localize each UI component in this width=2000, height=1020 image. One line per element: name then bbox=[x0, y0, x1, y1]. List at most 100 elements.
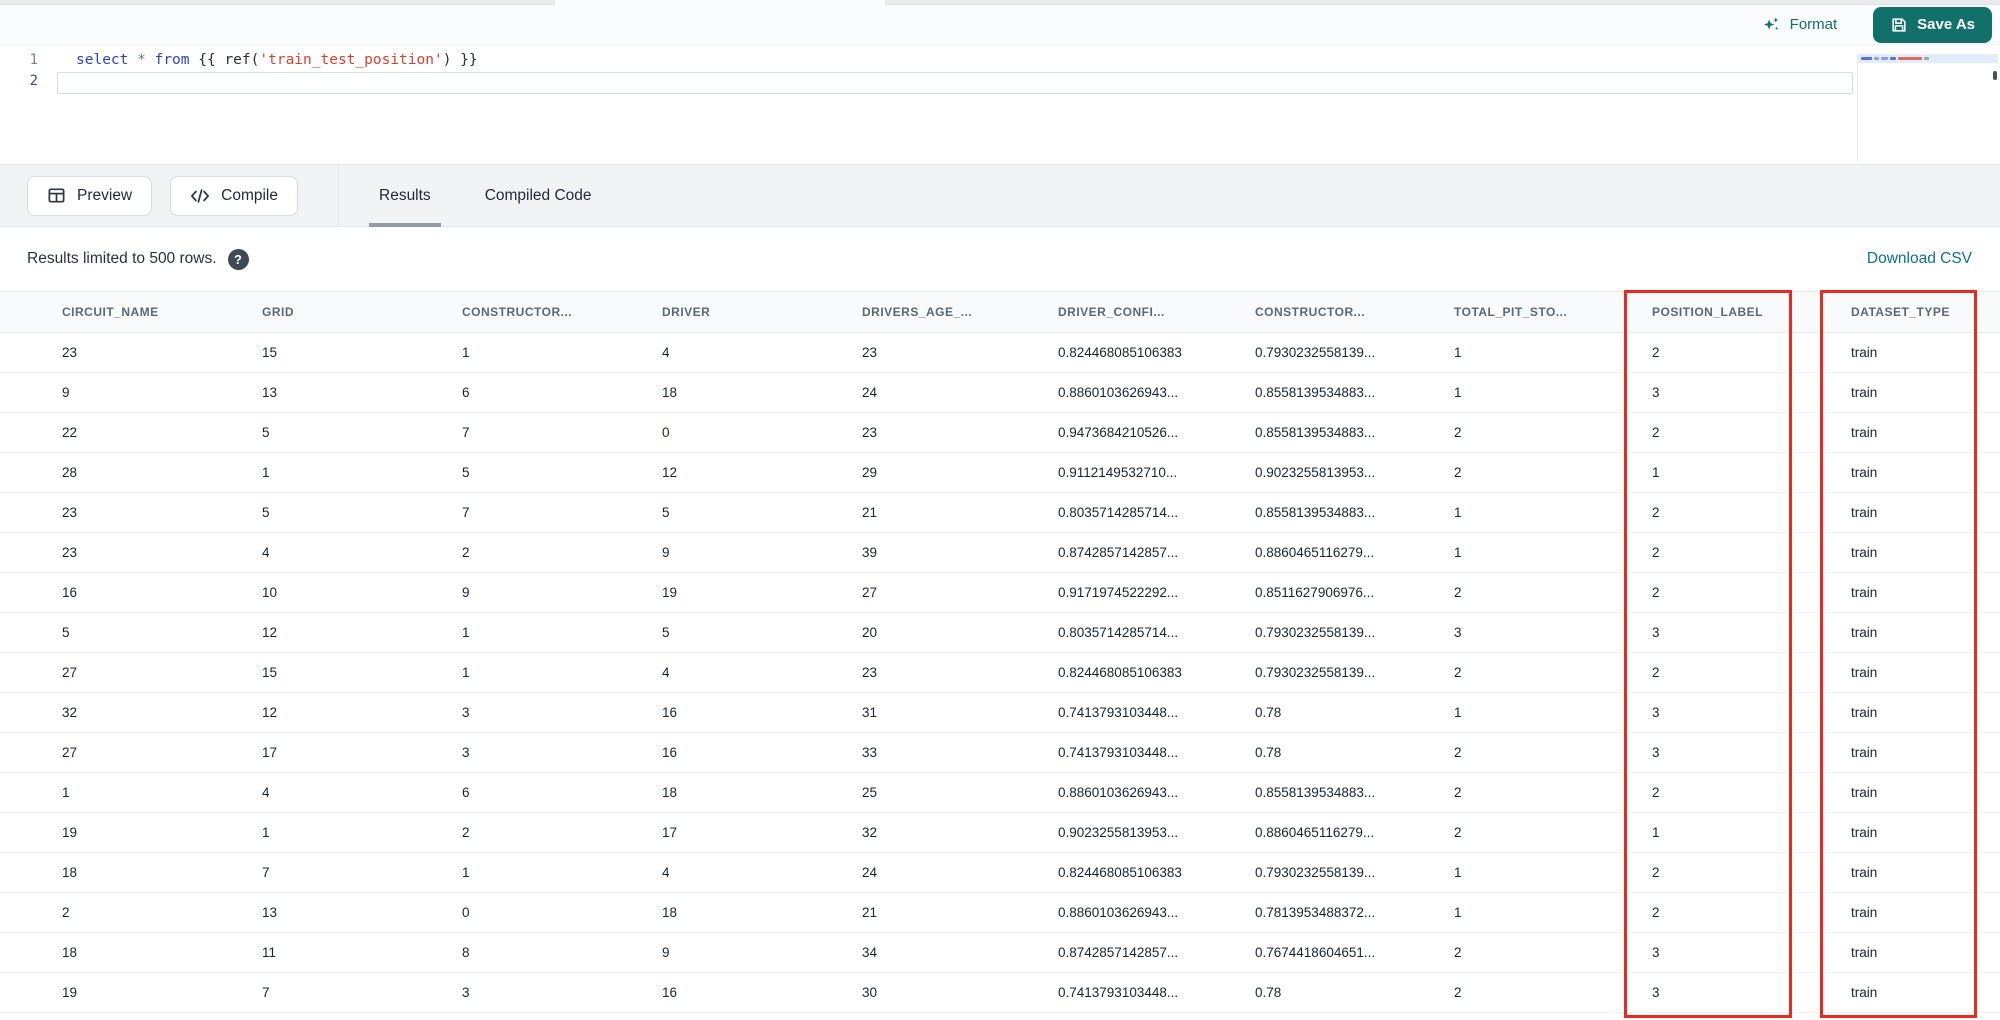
table-cell: 5 bbox=[262, 425, 270, 440]
results-info-bar: Results limited to 500 rows. ? Download … bbox=[0, 227, 2000, 291]
table-cell: 12 bbox=[662, 465, 678, 480]
table-cell: 30 bbox=[862, 985, 878, 1000]
sql-code-editor[interactable]: 12 select * from {{ ref('train_test_posi… bbox=[0, 45, 2000, 165]
table-row: 16 10 9 19 27 0.9171974522292... 0.85116279069… bbox=[0, 573, 2000, 613]
table-cell: 0.9171974522292... bbox=[1058, 585, 1179, 600]
table-cell: 2 bbox=[1652, 585, 1660, 600]
table-cell: 20 bbox=[862, 625, 878, 640]
code-token: ref bbox=[224, 52, 251, 68]
table-row: 18 7 1 4 24 0.824468085106383 0.7930232558139.… bbox=[0, 853, 2000, 893]
minimap-scroll-thumb[interactable] bbox=[1993, 71, 1997, 80]
table-cell: 0.824468085106383 bbox=[1058, 345, 1182, 360]
table-cell: train bbox=[1851, 985, 1878, 1000]
table-cell: 0.8511627906976... bbox=[1255, 585, 1375, 600]
code-line-1[interactable]: select * from {{ ref('train_test_positio… bbox=[76, 50, 478, 71]
format-button[interactable]: Format bbox=[1756, 14, 1844, 35]
top-tab-strip bbox=[0, 0, 2000, 5]
table-cell: 9 bbox=[662, 545, 670, 560]
table-cell: 2 bbox=[462, 825, 470, 840]
table-cell: train bbox=[1851, 745, 1878, 760]
table-cell: 11 bbox=[262, 945, 277, 960]
table-row: 27 17 3 16 33 0.7413793103448... 0.78 2 3 train bbox=[0, 733, 2000, 773]
download-csv-link[interactable]: Download CSV bbox=[1867, 250, 1972, 268]
tab-compiled-code[interactable]: Compiled Code bbox=[475, 165, 602, 227]
table-cell: 1 bbox=[1454, 545, 1462, 560]
table-cell: 3 bbox=[462, 745, 470, 760]
table-cell: 1 bbox=[1652, 825, 1660, 840]
table-cell: train bbox=[1851, 785, 1878, 800]
column-header-drivers_age_: DRIVERS_AGE_... bbox=[862, 305, 973, 319]
code-line-2-cursor-box[interactable] bbox=[57, 72, 1853, 94]
table-cell: 13 bbox=[262, 905, 278, 920]
table-cell: 16 bbox=[662, 705, 678, 720]
table-cell: 32 bbox=[62, 705, 78, 720]
table-row: 27 15 1 4 23 0.824468085106383 0.7930232558139… bbox=[0, 653, 2000, 693]
table-cell: 0.7930232558139... bbox=[1255, 665, 1376, 680]
table-cell: 1 bbox=[1454, 505, 1462, 520]
compile-button[interactable]: Compile bbox=[170, 175, 298, 216]
table-cell: 1 bbox=[262, 825, 270, 840]
table-cell: 4 bbox=[662, 865, 670, 880]
tab-results[interactable]: Results bbox=[369, 165, 441, 227]
table-cell: 3 bbox=[1652, 945, 1660, 960]
table-row: 28 1 5 12 29 0.9112149532710... 0.902325581395… bbox=[0, 453, 2000, 493]
code-minimap[interactable] bbox=[1857, 54, 1998, 162]
table-cell: train bbox=[1851, 625, 1878, 640]
table-cell: 2 bbox=[1652, 545, 1660, 560]
table-cell: 2 bbox=[462, 545, 470, 560]
table-cell: 0.8860103626943... bbox=[1058, 785, 1179, 800]
table-cell: 7 bbox=[262, 865, 270, 880]
table-cell: 1 bbox=[462, 625, 470, 640]
table-cell: 31 bbox=[862, 705, 878, 720]
save-as-button[interactable]: Save As bbox=[1873, 6, 1992, 43]
code-brackets-icon bbox=[190, 187, 210, 205]
table-cell: 39 bbox=[862, 545, 878, 560]
table-cell: 21 bbox=[862, 905, 878, 920]
table-cell: 2 bbox=[1652, 345, 1660, 360]
toolbar-divider bbox=[338, 164, 339, 227]
code-token: }} bbox=[451, 52, 478, 68]
table-cell: 4 bbox=[262, 545, 270, 560]
table-cell: 10 bbox=[262, 585, 278, 600]
table-cell: 3 bbox=[1652, 705, 1660, 720]
table-cell: 3 bbox=[1454, 625, 1462, 640]
table-cell: 0.8558139534883... bbox=[1255, 785, 1376, 800]
table-cell: 19 bbox=[662, 585, 678, 600]
table-cell: 5 bbox=[262, 505, 270, 520]
table-cell: 3 bbox=[1652, 745, 1660, 760]
results-tabs: Results Compiled Code bbox=[369, 165, 602, 227]
table-cell: 1 bbox=[462, 865, 470, 880]
table-row: 1 4 6 18 25 0.8860103626943... 0.8558139534883… bbox=[0, 773, 2000, 813]
table-cell: train bbox=[1851, 825, 1878, 840]
table-cell: 2 bbox=[1652, 665, 1660, 680]
table-cell: 33 bbox=[862, 745, 878, 760]
table-cell: 1 bbox=[462, 345, 470, 360]
table-cell: 0.824468085106383 bbox=[1058, 665, 1182, 680]
table-cell: 0.9112149532710... bbox=[1058, 465, 1178, 480]
table-row: 23 5 7 5 21 0.8035714285714... 0.8558139534883… bbox=[0, 493, 2000, 533]
table-cell: 0.7413793103448... bbox=[1058, 985, 1179, 1000]
compile-label: Compile bbox=[221, 186, 278, 204]
table-cell: 23 bbox=[62, 545, 78, 560]
table-cell: 1 bbox=[1454, 385, 1462, 400]
table-cell: 4 bbox=[662, 665, 670, 680]
preview-button[interactable]: Preview bbox=[27, 175, 153, 216]
help-icon[interactable]: ? bbox=[227, 248, 249, 270]
table-row: 2 13 0 18 21 0.8860103626943... 0.781395348837… bbox=[0, 893, 2000, 933]
table-cell: 2 bbox=[1454, 785, 1462, 800]
table-cell: 23 bbox=[862, 345, 878, 360]
active-file-tab[interactable] bbox=[555, 0, 885, 5]
table-cell: 16 bbox=[662, 985, 678, 1000]
table-cell: 18 bbox=[662, 785, 678, 800]
table-cell: train bbox=[1851, 345, 1878, 360]
column-header-circuit_name: CIRCUIT_NAME bbox=[62, 305, 159, 319]
table-row: 22 5 7 0 23 0.9473684210526... 0.8558139534883… bbox=[0, 413, 2000, 453]
table-cell: 16 bbox=[62, 585, 78, 600]
table-cell: 2 bbox=[1652, 785, 1660, 800]
table-row: 19 7 3 16 30 0.7413793103448... 0.78 2 3 train bbox=[0, 973, 2000, 1013]
table-cell: 32 bbox=[862, 825, 878, 840]
table-cell: 0.7930232558139... bbox=[1255, 625, 1376, 640]
table-cell: 28 bbox=[62, 465, 78, 480]
editor-header: Format Save As bbox=[0, 5, 2000, 45]
table-cell: 27 bbox=[862, 585, 878, 600]
